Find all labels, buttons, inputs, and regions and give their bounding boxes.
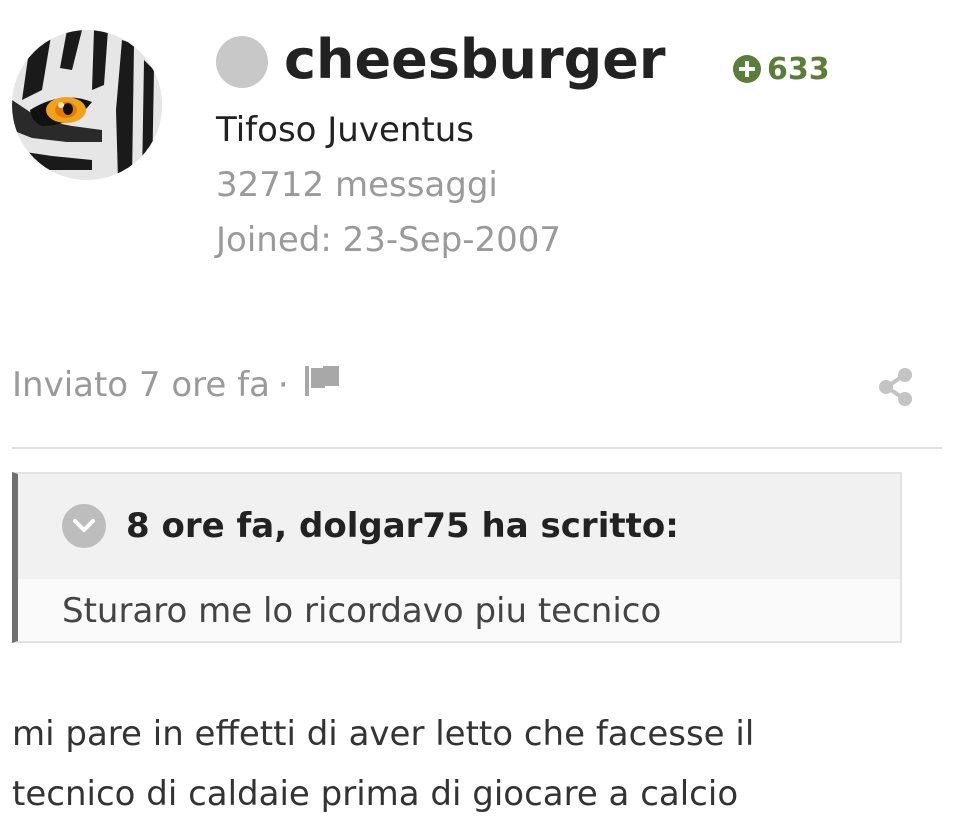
zebra-eye-avatar bbox=[12, 30, 162, 180]
post-meta: Inviato 7 ore fa · bbox=[12, 363, 341, 407]
quote-header[interactable]: 8 ore fa, dolgar75 ha scritto: bbox=[18, 474, 900, 579]
avatar[interactable] bbox=[12, 30, 162, 180]
post-time-link[interactable]: Inviato 7 ore fa bbox=[12, 365, 270, 405]
member-title: Tifoso Juventus bbox=[216, 110, 475, 150]
quote-text: Sturaro me lo ricordavo piu tecnico bbox=[62, 591, 662, 631]
online-status-indicator bbox=[216, 36, 268, 88]
username-link[interactable]: cheesburger bbox=[284, 24, 665, 96]
quote-block: 8 ore fa, dolgar75 ha scritto: Sturaro m… bbox=[12, 472, 902, 643]
post-text-line: mi pare in effetti di aver letto che fac… bbox=[12, 714, 755, 754]
post-count: 32712 messaggi bbox=[216, 165, 498, 205]
reputation-badge[interactable]: 633 bbox=[733, 51, 830, 87]
post-divider bbox=[12, 447, 942, 449]
chevron-down-icon[interactable] bbox=[62, 504, 106, 548]
share-icon[interactable] bbox=[878, 368, 914, 410]
join-date: Joined: 23-Sep-2007 bbox=[216, 220, 561, 260]
plus-circle-icon bbox=[733, 55, 761, 83]
post-content: mi pare in effetti di aver letto che fac… bbox=[12, 704, 942, 824]
reputation-count: 633 bbox=[767, 51, 830, 87]
meta-separator: · bbox=[277, 365, 289, 405]
post-text-line: tecnico di caldaie prima di giocare a ca… bbox=[12, 774, 739, 814]
quote-body: Sturaro me lo ricordavo piu tecnico bbox=[18, 579, 900, 641]
quote-citation: 8 ore fa, dolgar75 ha scritto: bbox=[126, 506, 679, 546]
flag-icon[interactable] bbox=[303, 364, 341, 407]
